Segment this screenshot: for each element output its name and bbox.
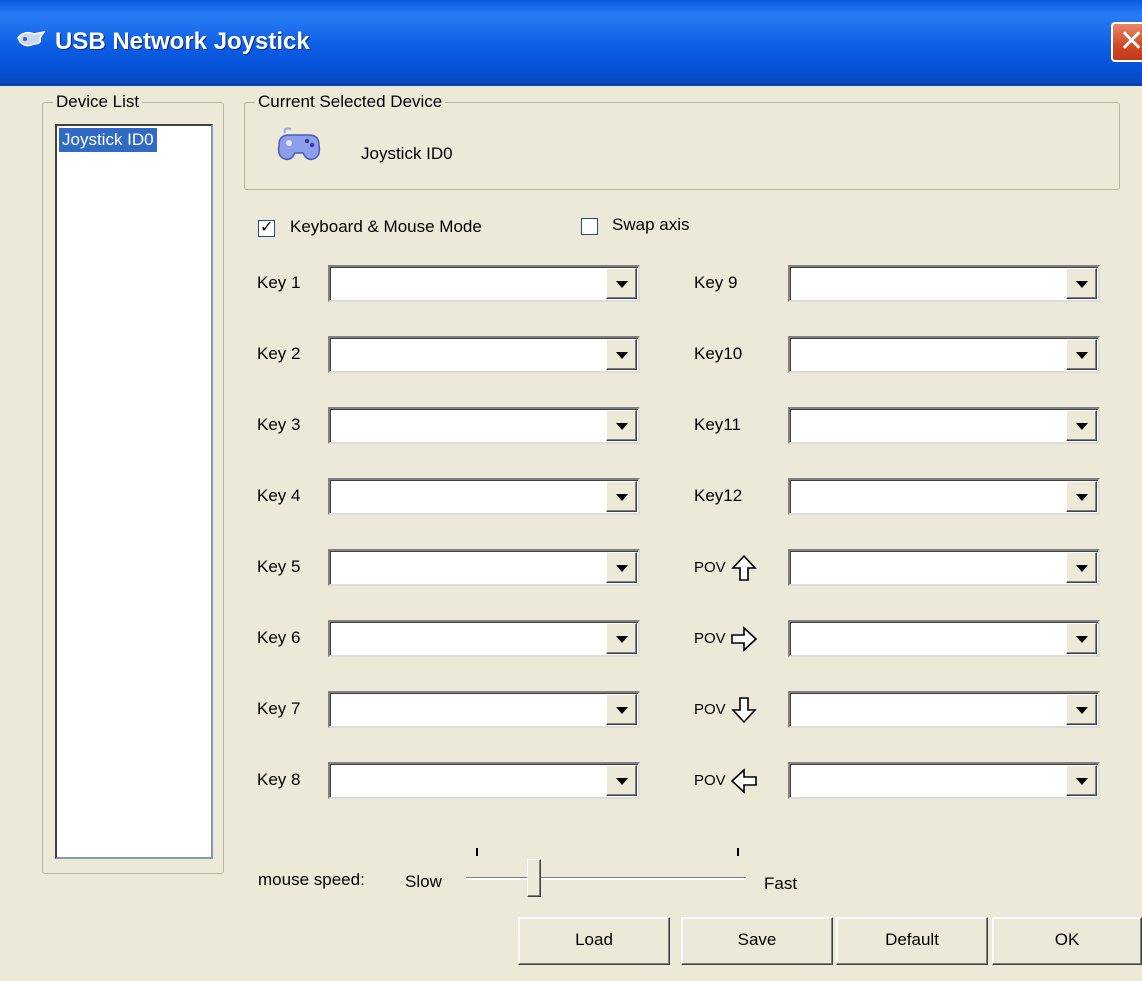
current-device-name: Joystick ID0 bbox=[361, 144, 453, 163]
dropdown-button[interactable] bbox=[1066, 765, 1097, 796]
right-key-combo-4[interactable] bbox=[788, 478, 1100, 515]
left-key-combo-3[interactable] bbox=[328, 407, 640, 444]
slider-tick-min bbox=[476, 848, 478, 856]
down-arrow-icon bbox=[731, 697, 757, 724]
left-key-label-1: Key 1 bbox=[257, 273, 301, 292]
chevron-down-icon bbox=[1076, 494, 1088, 501]
right-key-label-2: Key10 bbox=[694, 344, 743, 363]
dropdown-button[interactable] bbox=[606, 623, 637, 654]
dropdown-button[interactable] bbox=[606, 268, 637, 299]
right-arrow-icon bbox=[731, 626, 758, 652]
dropdown-button[interactable] bbox=[1066, 481, 1097, 512]
chevron-down-icon bbox=[616, 423, 628, 430]
left-key-combo-6[interactable] bbox=[328, 620, 640, 657]
left-key-label-5: Key 5 bbox=[257, 557, 301, 576]
device-list-item[interactable]: Joystick ID0 bbox=[59, 128, 157, 152]
default-button[interactable]: Default bbox=[836, 917, 988, 965]
right-key-label-4: Key12 bbox=[694, 486, 743, 505]
chevron-down-icon bbox=[1076, 423, 1088, 430]
left-key-label-4: Key 4 bbox=[257, 486, 301, 505]
load-button[interactable]: Load bbox=[518, 917, 670, 965]
swap-axis-checkbox[interactable] bbox=[581, 218, 598, 235]
right-key-label-8: POV bbox=[694, 772, 726, 789]
slider-tick-max bbox=[737, 848, 739, 856]
chevron-down-icon bbox=[616, 352, 628, 359]
right-key-label-1: Key 9 bbox=[694, 273, 738, 292]
chevron-down-icon bbox=[616, 636, 628, 643]
chevron-down-icon bbox=[616, 565, 628, 572]
chevron-down-icon bbox=[616, 778, 628, 785]
mouse-speed-track[interactable] bbox=[466, 877, 746, 880]
save-button[interactable]: Save bbox=[681, 917, 833, 965]
device-listbox[interactable]: Joystick ID0 bbox=[55, 124, 213, 859]
dropdown-button[interactable] bbox=[1066, 339, 1097, 370]
chevron-down-icon bbox=[616, 707, 628, 714]
left-key-combo-8[interactable] bbox=[328, 762, 640, 799]
left-key-label-2: Key 2 bbox=[257, 344, 301, 363]
left-arrow-icon bbox=[730, 768, 757, 794]
right-key-combo-6[interactable] bbox=[788, 620, 1100, 657]
chevron-down-icon bbox=[1076, 352, 1088, 359]
chevron-down-icon bbox=[1076, 565, 1088, 572]
dropdown-button[interactable] bbox=[1066, 694, 1097, 725]
right-key-combo-3[interactable] bbox=[788, 407, 1100, 444]
keyboard-mouse-mode-checkbox[interactable]: ✓ bbox=[258, 219, 275, 237]
ok-button[interactable]: OK bbox=[992, 917, 1142, 965]
dropdown-button[interactable] bbox=[1066, 268, 1097, 299]
keyboard-mouse-mode-label[interactable]: Keyboard & Mouse Mode bbox=[290, 217, 482, 237]
dropdown-button[interactable] bbox=[606, 339, 637, 370]
left-key-combo-1[interactable] bbox=[328, 265, 640, 302]
left-key-label-6: Key 6 bbox=[257, 628, 301, 647]
right-key-label-6: POV bbox=[694, 630, 726, 647]
left-key-label-7: Key 7 bbox=[257, 699, 301, 718]
up-arrow-icon bbox=[731, 554, 757, 581]
right-key-label-5: POV bbox=[694, 559, 726, 576]
right-key-combo-5[interactable] bbox=[788, 549, 1100, 586]
dropdown-button[interactable] bbox=[606, 765, 637, 796]
right-key-combo-8[interactable] bbox=[788, 762, 1100, 799]
title-bar[interactable]: USB Network Joystick ✕ bbox=[0, 0, 1142, 86]
joystick-app-icon bbox=[17, 30, 46, 47]
dialog-body: Device List Joystick ID0 Current Selecte… bbox=[0, 89, 1142, 981]
swap-axis-label[interactable]: Swap axis bbox=[612, 215, 689, 235]
left-key-combo-4[interactable] bbox=[328, 478, 640, 515]
dropdown-button[interactable] bbox=[1066, 410, 1097, 441]
chevron-down-icon bbox=[1076, 281, 1088, 288]
device-list-group: Device List Joystick ID0 bbox=[42, 91, 224, 874]
current-device-group: Current Selected Device Joystick ID0 bbox=[244, 91, 1120, 190]
chevron-down-icon bbox=[1076, 778, 1088, 785]
dropdown-button[interactable] bbox=[606, 410, 637, 441]
window-title: USB Network Joystick bbox=[55, 28, 310, 55]
left-key-combo-2[interactable] bbox=[328, 336, 640, 373]
left-key-combo-7[interactable] bbox=[328, 691, 640, 728]
checkmark-icon: ✓ bbox=[260, 219, 274, 236]
left-key-label-8: Key 8 bbox=[257, 770, 301, 789]
slow-label: Slow bbox=[405, 872, 442, 891]
right-key-label-7: POV bbox=[694, 701, 726, 718]
dropdown-button[interactable] bbox=[1066, 552, 1097, 583]
chevron-down-icon bbox=[1076, 707, 1088, 714]
fast-label: Fast bbox=[764, 874, 798, 893]
close-icon: ✕ bbox=[1119, 24, 1142, 59]
mouse-speed-label: mouse speed: bbox=[258, 870, 365, 889]
right-key-combo-2[interactable] bbox=[788, 336, 1100, 373]
current-device-label: Current Selected Device bbox=[255, 91, 446, 113]
right-key-label-3: Key11 bbox=[694, 415, 741, 434]
close-button[interactable]: ✕ bbox=[1111, 22, 1142, 62]
left-key-combo-5[interactable] bbox=[328, 549, 640, 586]
left-key-label-3: Key 3 bbox=[257, 415, 301, 434]
dropdown-button[interactable] bbox=[606, 552, 637, 583]
right-key-combo-7[interactable] bbox=[788, 691, 1100, 728]
mouse-speed-slider-thumb[interactable] bbox=[527, 859, 542, 897]
chevron-down-icon bbox=[616, 281, 628, 288]
chevron-down-icon bbox=[1076, 636, 1088, 643]
dropdown-button[interactable] bbox=[1066, 623, 1097, 654]
device-list-label: Device List bbox=[53, 91, 143, 113]
chevron-down-icon bbox=[616, 494, 628, 501]
dropdown-button[interactable] bbox=[606, 481, 637, 512]
right-key-combo-1[interactable] bbox=[788, 265, 1100, 302]
dropdown-button[interactable] bbox=[606, 694, 637, 725]
gamepad-icon bbox=[277, 127, 321, 161]
